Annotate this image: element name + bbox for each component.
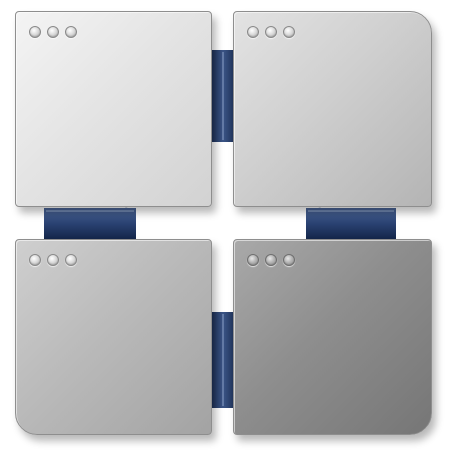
window-tile-bottom-right xyxy=(233,239,432,435)
window-dot-icon xyxy=(47,26,59,38)
window-dot-icon xyxy=(247,254,259,266)
window-controls xyxy=(247,26,295,38)
window-tile-top-left xyxy=(15,11,212,207)
window-dot-icon xyxy=(247,26,259,38)
connector-left xyxy=(44,208,136,239)
window-controls xyxy=(29,254,77,266)
window-dot-icon xyxy=(283,254,295,266)
window-dot-icon xyxy=(265,26,277,38)
window-dot-icon xyxy=(65,26,77,38)
window-dot-icon xyxy=(283,26,295,38)
window-dot-icon xyxy=(29,26,41,38)
window-dot-icon xyxy=(265,254,277,266)
window-controls xyxy=(247,254,295,266)
window-tile-bottom-left xyxy=(15,239,212,435)
app-icon xyxy=(0,0,450,450)
window-dot-icon xyxy=(65,254,77,266)
window-tile-top-right xyxy=(233,11,432,207)
connector-right xyxy=(306,208,396,239)
window-dot-icon xyxy=(29,254,41,266)
window-dot-icon xyxy=(47,254,59,266)
window-controls xyxy=(29,26,77,38)
